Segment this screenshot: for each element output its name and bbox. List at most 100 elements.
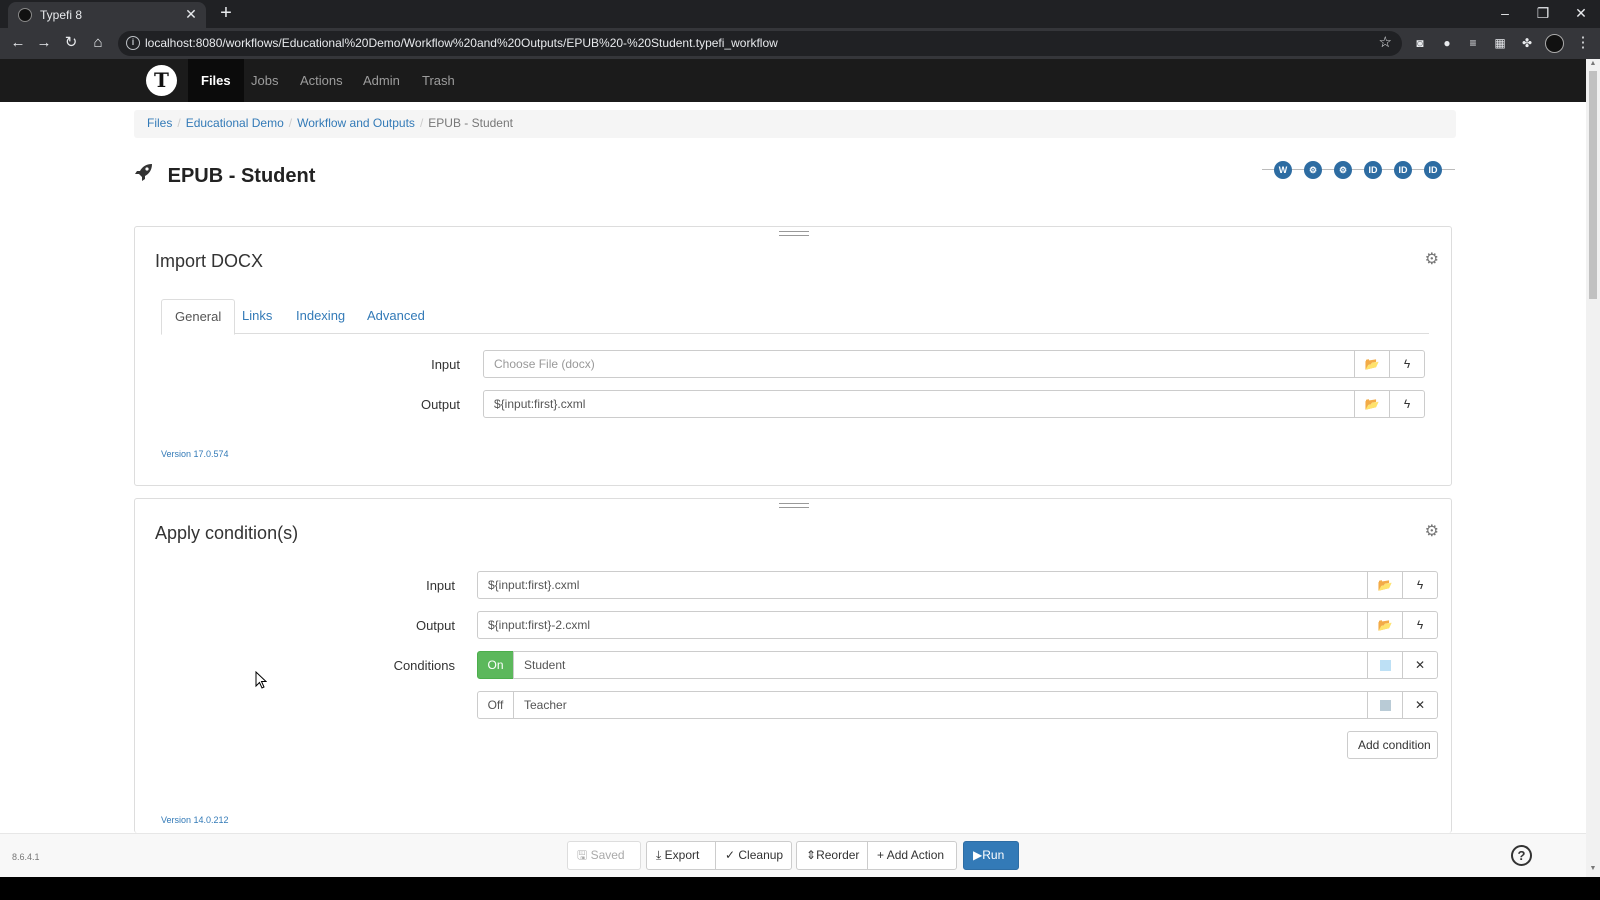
page-scrollbar[interactable]: ▲ ▼ bbox=[1586, 59, 1600, 877]
conditions-label: Conditions bbox=[393, 658, 455, 673]
tab-advanced[interactable]: Advanced bbox=[354, 299, 438, 334]
folder-browse-icon[interactable]: 📂 bbox=[1367, 611, 1403, 639]
breadcrumb-educational-demo[interactable]: Educational Demo bbox=[186, 116, 284, 130]
import-docx-panel: Import DOCX ⚙ General Links Indexing Adv… bbox=[134, 226, 1452, 486]
reorder-button[interactable]: ⇕Reorder bbox=[796, 841, 868, 870]
home-icon[interactable]: ⌂ bbox=[87, 33, 109, 55]
back-icon[interactable]: ← bbox=[7, 33, 29, 55]
maximize-button[interactable]: ❐ bbox=[1528, 2, 1558, 24]
remove-condition-icon[interactable]: ✕ bbox=[1402, 651, 1438, 679]
minimize-button[interactable]: – bbox=[1490, 2, 1520, 24]
input-label: Input bbox=[431, 357, 460, 372]
forward-icon[interactable]: → bbox=[33, 33, 55, 55]
breadcrumb-files[interactable]: Files bbox=[147, 116, 172, 130]
page-title: EPUB - Student bbox=[167, 165, 316, 187]
grid-extension-icon[interactable]: ▦ bbox=[1492, 35, 1508, 51]
help-icon[interactable]: ? bbox=[1511, 845, 1532, 866]
timeline-gear-icon[interactable]: ⚙ bbox=[1334, 161, 1352, 179]
add-action-button[interactable]: + Add Action bbox=[867, 841, 957, 870]
bolt-variable-icon[interactable]: ϟ bbox=[1389, 350, 1425, 378]
site-info-icon[interactable]: i bbox=[126, 36, 140, 50]
action-version[interactable]: Version 14.0.212 bbox=[161, 815, 229, 825]
sort-icon: ⇕ bbox=[806, 848, 817, 862]
nav-actions[interactable]: Actions bbox=[287, 59, 356, 102]
scroll-thumb[interactable] bbox=[1589, 71, 1597, 299]
folder-browse-icon[interactable]: 📂 bbox=[1354, 350, 1390, 378]
input-file-field[interactable]: ${input:first}.cxml bbox=[477, 571, 1368, 599]
window-close-button[interactable]: ✕ bbox=[1566, 2, 1596, 24]
condition-color-swatch[interactable] bbox=[1367, 691, 1403, 719]
circle-extension-icon[interactable]: ● bbox=[1439, 35, 1455, 51]
condition-toggle-off[interactable]: Off bbox=[477, 691, 514, 719]
breadcrumb-separator: / bbox=[177, 116, 181, 130]
rocket-icon bbox=[134, 162, 158, 188]
timeline-word-icon[interactable]: W bbox=[1274, 161, 1292, 179]
condition-name-field[interactable]: Student bbox=[513, 651, 1368, 679]
profile-avatar[interactable] bbox=[1545, 34, 1564, 53]
gear-icon[interactable]: ⚙ bbox=[1425, 249, 1439, 269]
tab-general[interactable]: General bbox=[161, 299, 236, 335]
typefi-logo[interactable]: T bbox=[146, 65, 177, 96]
bookmark-star-icon[interactable]: ☆ bbox=[1379, 33, 1392, 51]
bolt-variable-icon[interactable]: ϟ bbox=[1402, 611, 1438, 639]
bolt-variable-icon[interactable]: ϟ bbox=[1389, 390, 1425, 418]
breadcrumb-workflow-and-outputs[interactable]: Workflow and Outputs bbox=[297, 116, 415, 130]
action-version[interactable]: Version 17.0.574 bbox=[161, 449, 229, 459]
condition-color-swatch[interactable] bbox=[1367, 651, 1403, 679]
run-button[interactable]: ▶Run bbox=[963, 841, 1019, 870]
tab-close-icon[interactable]: ✕ bbox=[182, 5, 200, 23]
bolt-variable-icon[interactable]: ϟ bbox=[1402, 571, 1438, 599]
saved-label: Saved bbox=[590, 848, 625, 862]
app-navbar: T Files Jobs Actions Admin Trash bbox=[0, 59, 1586, 102]
nav-admin[interactable]: Admin bbox=[350, 59, 413, 102]
input-label: Input bbox=[426, 578, 455, 593]
drag-handle-icon[interactable] bbox=[779, 503, 809, 508]
folder-browse-icon[interactable]: 📂 bbox=[1354, 390, 1390, 418]
export-label: Export bbox=[664, 848, 700, 862]
camera-extension-icon[interactable]: ◙ bbox=[1412, 35, 1428, 51]
output-file-field[interactable]: ${input:first}-2.cxml bbox=[477, 611, 1368, 639]
timeline-indesign-icon[interactable]: ID bbox=[1424, 161, 1442, 179]
mouse-cursor-icon bbox=[255, 670, 268, 692]
tab-indexing[interactable]: Indexing bbox=[283, 299, 358, 334]
saved-button: 🖫 Saved bbox=[567, 841, 641, 870]
save-icon: 🖫 bbox=[577, 848, 591, 862]
add-condition-button[interactable]: Add condition bbox=[1347, 731, 1438, 759]
browser-menu-icon[interactable]: ⋮ bbox=[1572, 33, 1594, 55]
condition-toggle-on[interactable]: On bbox=[477, 651, 514, 679]
output-label: Output bbox=[420, 397, 460, 412]
nav-jobs[interactable]: Jobs bbox=[238, 59, 291, 102]
remove-condition-icon[interactable]: ✕ bbox=[1402, 691, 1438, 719]
scroll-up-icon[interactable]: ▲ bbox=[1588, 60, 1598, 67]
list-extension-icon[interactable]: ≡ bbox=[1465, 35, 1481, 51]
folder-browse-icon[interactable]: 📂 bbox=[1367, 571, 1403, 599]
drag-handle-icon[interactable] bbox=[779, 231, 809, 236]
output-label: Output bbox=[415, 618, 455, 633]
timeline-indesign-icon[interactable]: ID bbox=[1394, 161, 1412, 179]
add-action-label: Add Action bbox=[886, 848, 945, 862]
scroll-down-icon[interactable]: ▼ bbox=[1588, 865, 1598, 872]
condition-name-field[interactable]: Teacher bbox=[513, 691, 1368, 719]
puzzle-extensions-icon[interactable]: ✤ bbox=[1519, 35, 1535, 51]
tab-links[interactable]: Links bbox=[229, 299, 285, 334]
timeline-indesign-icon[interactable]: ID bbox=[1364, 161, 1382, 179]
screen-bottom-bar bbox=[0, 877, 1600, 900]
export-button[interactable]: ⤓ Export bbox=[646, 841, 716, 870]
input-file-field[interactable]: Choose File (docx) bbox=[483, 350, 1355, 378]
tab-title: Typefi 8 bbox=[40, 8, 83, 22]
nav-trash[interactable]: Trash bbox=[409, 59, 468, 102]
address-url[interactable]: localhost:8080/workflows/Educational%20D… bbox=[145, 36, 778, 50]
breadcrumb-current: EPUB - Student bbox=[428, 116, 513, 130]
plus-icon: + bbox=[877, 848, 887, 862]
new-tab-button[interactable]: + bbox=[216, 3, 236, 23]
breadcrumb: Files / Educational Demo / Workflow and Outp… bbox=[134, 110, 1456, 138]
address-bar[interactable]: i localhost:8080/workflows/Educational%2… bbox=[118, 31, 1402, 56]
browser-tab[interactable]: Typefi 8 ✕ bbox=[8, 2, 206, 28]
color-swatch bbox=[1379, 700, 1391, 711]
cleanup-button[interactable]: ✓ Cleanup bbox=[715, 841, 792, 870]
reload-icon[interactable]: ↻ bbox=[60, 33, 82, 55]
output-file-field[interactable]: ${input:first}.cxml bbox=[483, 390, 1355, 418]
nav-files[interactable]: Files bbox=[188, 59, 244, 102]
timeline-gear-icon[interactable]: ⚙ bbox=[1304, 161, 1322, 179]
gear-icon[interactable]: ⚙ bbox=[1425, 521, 1439, 541]
